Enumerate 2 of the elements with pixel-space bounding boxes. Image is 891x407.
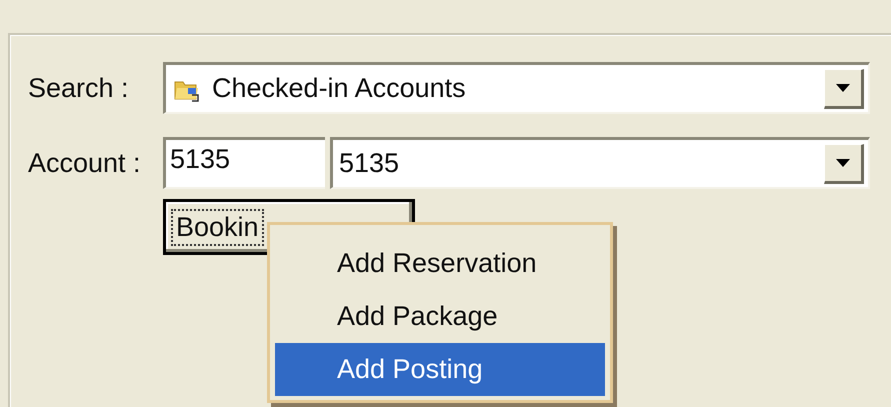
search-label: Search : <box>28 72 130 104</box>
account-label: Account : <box>28 148 142 178</box>
